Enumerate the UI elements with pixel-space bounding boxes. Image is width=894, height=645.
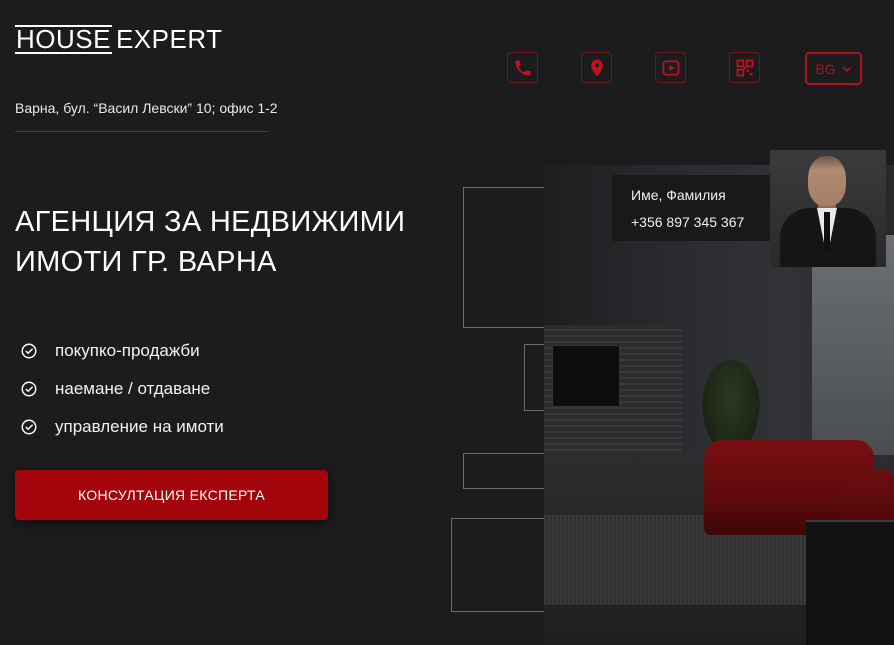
logo-word-expert: EXPERT [115, 24, 223, 54]
location-pin-icon [590, 59, 603, 76]
check-circle-icon [21, 381, 37, 397]
phone-button[interactable] [507, 52, 538, 83]
logo-word-house: HOUSE [15, 24, 112, 54]
service-label: управление на имоти [55, 417, 224, 436]
service-label: покупко-продажби [55, 341, 200, 360]
language-selected: BG [815, 60, 836, 77]
qr-code-icon [736, 59, 753, 76]
address-divider [15, 131, 268, 132]
agent-avatar [770, 150, 886, 267]
video-play-icon [662, 60, 679, 75]
service-item: управление на имоти [20, 408, 224, 446]
logo[interactable]: HOUSE EXPERT [15, 24, 223, 55]
agent-phone[interactable]: +356 897 345 367 [631, 214, 744, 230]
qr-code-button[interactable] [729, 52, 760, 83]
check-circle-icon [21, 419, 37, 435]
language-select[interactable]: BG [805, 52, 862, 85]
page-title-line1: АГЕНЦИЯ ЗА НЕДВИЖИМИ [15, 206, 406, 238]
service-label: наемане / отдаване [55, 379, 211, 398]
phone-icon [515, 60, 530, 75]
page-title: АГЕНЦИЯ ЗА НЕДВИЖИМИ ИМОТИ ГР. ВАРНА [15, 202, 405, 282]
agent-contact-card: Име, Фамилия +356 897 345 367 [612, 175, 772, 241]
video-button[interactable] [655, 52, 686, 83]
expert-consultation-button[interactable]: КОНСУЛТАЦИЯ ЕКСПЕРТА [15, 470, 328, 520]
service-item: наемане / отдаване [20, 370, 224, 408]
chevron-down-icon [842, 66, 851, 72]
page-title-line2: ИМОТИ ГР. ВАРНА [15, 246, 277, 278]
office-address: Варна, бул. “Васил Левски” 10; офис 1-2 [15, 100, 278, 116]
service-item: покупко-продажби [20, 332, 224, 370]
check-circle-icon [21, 343, 37, 359]
agent-name: Име, Фамилия [631, 187, 726, 203]
location-button[interactable] [581, 52, 612, 83]
services-list: покупко-продажби наемане / отдаване упра… [20, 332, 224, 446]
